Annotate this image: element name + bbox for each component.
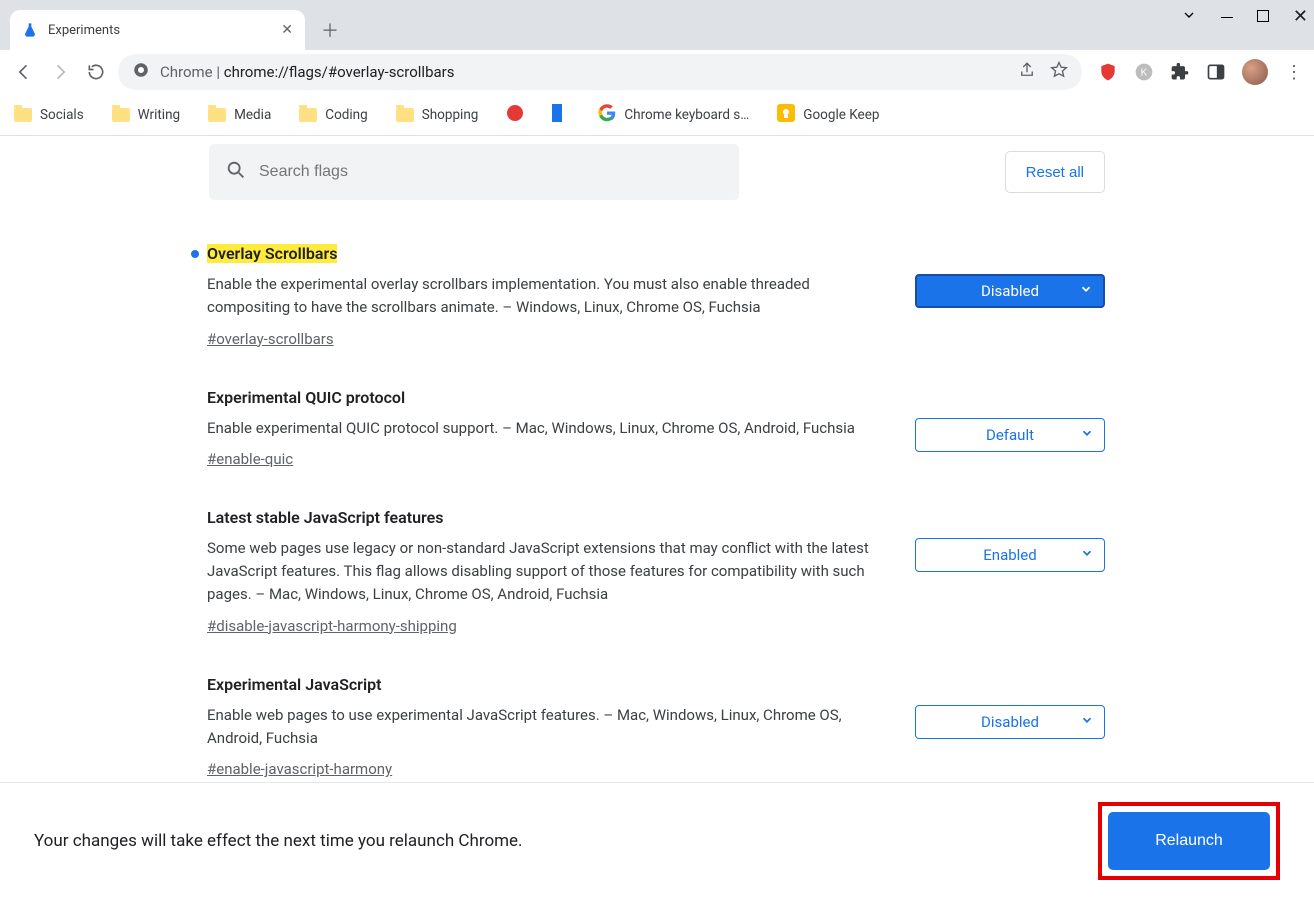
chevron-down-icon[interactable] [1181,7,1197,27]
relaunch-highlight: Relaunch [1098,802,1280,880]
flag-row: Overlay Scrollbars Enable the experiment… [207,244,1107,388]
flag-description: Some web pages use legacy or non-standar… [207,537,885,607]
modified-dot-icon [191,250,199,258]
bookmark-item[interactable] [552,104,570,126]
extension-k-icon[interactable]: K [1134,62,1154,82]
flag-info: Overlay Scrollbars Enable the experiment… [207,244,885,348]
flag-description: Enable experimental QUIC protocol suppor… [207,417,885,440]
bookmark-item[interactable]: Chrome keyboard s… [598,104,749,126]
flag-select-value: Disabled [981,713,1039,731]
chrome-logo-icon [132,61,150,83]
bookmark-item[interactable]: Media [208,107,271,123]
bookmark-item[interactable] [506,104,524,126]
reset-all-button[interactable]: Reset all [1005,151,1105,193]
window-controls: ✕ [1181,6,1308,27]
url-text: Chrome | chrome://flags/#overlay-scrollb… [160,63,454,81]
folder-icon [112,108,130,122]
flag-title: Latest stable JavaScript features [207,508,443,527]
star-icon[interactable] [1050,61,1068,83]
flag-info: Experimental QUIC protocol Enable experi… [207,388,885,468]
search-input[interactable] [259,163,723,181]
search-icon [225,159,247,185]
new-tab-button[interactable]: ＋ [315,15,345,45]
flag-info: Latest stable JavaScript features Some w… [207,508,885,635]
address-bar[interactable]: Chrome | chrome://flags/#overlay-scrollb… [118,54,1082,90]
chevron-down-icon [1080,713,1094,731]
flag-select[interactable]: Disabled [915,705,1105,739]
flag-select[interactable]: Enabled [915,538,1105,572]
bookmark-label: Google Keep [803,107,879,123]
flag-row: Latest stable JavaScript features Some w… [207,508,1107,675]
bookmark-item[interactable]: Coding [299,107,367,123]
flag-anchor-link[interactable]: #enable-quic [207,450,293,468]
folder-icon [14,108,32,122]
flag-select-value: Default [986,426,1034,444]
extensions-puzzle-icon[interactable] [1170,62,1190,82]
reload-button[interactable] [82,58,110,86]
minimize-button[interactable] [1221,8,1233,26]
flag-select-value: Disabled [981,282,1039,300]
page-content: Reset all Overlay Scrollbars Enable the … [0,136,1314,898]
forward-button[interactable] [46,58,74,86]
close-window-button[interactable]: ✕ [1293,6,1308,27]
flag-description: Enable the experimental overlay scrollba… [207,273,885,320]
bookmark-label: Media [234,107,271,123]
flag-select[interactable]: Default [915,418,1105,452]
relaunch-bar: Your changes will take effect the next t… [0,782,1314,898]
flag-select-value: Enabled [983,546,1036,564]
toolbar: Chrome | chrome://flags/#overlay-scrollb… [0,50,1314,94]
folder-icon [299,108,317,122]
maximize-button[interactable] [1257,8,1269,26]
ublock-icon[interactable] [1098,62,1118,82]
tab-title: Experiments [48,23,271,38]
flag-row: Experimental QUIC protocol Enable experi… [207,388,1107,508]
flask-icon [22,22,38,38]
flag-info: Experimental JavaScript Enable web pages… [207,675,885,779]
flag-title: Experimental JavaScript [207,675,381,694]
close-icon[interactable]: ✕ [281,22,293,38]
flag-description: Enable web pages to use experimental Jav… [207,704,885,751]
chevron-down-icon [1080,426,1094,444]
sidepanel-icon[interactable] [1206,62,1226,82]
keep-icon [777,104,795,126]
back-button[interactable] [10,58,38,86]
bookmark-item[interactable]: Socials [14,107,84,123]
bookmark-label: Chrome keyboard s… [624,107,749,123]
bookmark-item[interactable]: Writing [112,107,180,123]
relaunch-message: Your changes will take effect the next t… [34,831,523,851]
folder-icon [208,108,226,122]
tab-strip: Experiments ✕ ＋ ✕ [0,0,1314,50]
bookmark-label: Socials [40,107,84,123]
bookmark-label: Shopping [422,107,479,123]
relaunch-button[interactable]: Relaunch [1108,812,1270,870]
bookmark-item[interactable]: Shopping [396,107,479,123]
flag-select[interactable]: Disabled [915,274,1105,308]
bookmark-icon [506,104,524,126]
flag-anchor-link[interactable]: #disable-javascript-harmony-shipping [207,617,457,635]
bookmarks-bar: Socials Writing Media Coding Shopping Chrome … [0,94,1314,136]
extensions-area: K ⋮ [1090,59,1304,85]
chevron-down-icon [1079,282,1093,300]
chevron-down-icon [1080,546,1094,564]
share-icon[interactable] [1018,61,1036,83]
bookmark-item[interactable]: Google Keep [777,104,879,126]
flag-anchor-link[interactable]: #enable-javascript-harmony [207,760,392,778]
bookmark-label: Coding [325,107,367,123]
flag-anchor-link[interactable]: #overlay-scrollbars [207,330,334,348]
browser-tab[interactable]: Experiments ✕ [10,10,305,50]
folder-icon [396,108,414,122]
bookmark-icon [552,104,570,126]
google-icon [598,104,616,126]
profile-avatar[interactable] [1242,59,1268,85]
menu-icon[interactable]: ⋮ [1284,62,1304,82]
search-flags-box[interactable] [209,144,739,200]
flag-title: Overlay Scrollbars [207,244,337,263]
svg-text:K: K [1141,67,1148,78]
bookmark-label: Writing [138,107,180,123]
flag-title: Experimental QUIC protocol [207,388,405,407]
